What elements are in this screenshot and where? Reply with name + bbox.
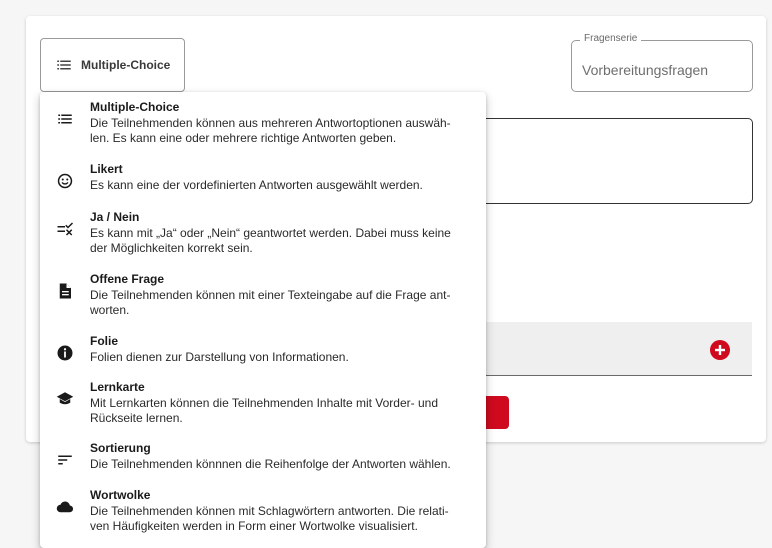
smiley-icon [57, 173, 73, 189]
sort-icon [58, 455, 72, 465]
question-series-value: Vorbereitungsfragen [582, 62, 709, 78]
menu-item-title: Ja / Nein [90, 210, 140, 224]
document-icon [59, 283, 71, 299]
menu-item-description: Es kann mit „Ja“ oder „Nein“ geantwortet… [90, 226, 451, 240]
menu-item-title: Sortierung [90, 441, 151, 455]
answer-add-row [470, 322, 752, 376]
menu-item-description: Die Teilnehmenden können mit einer Texte… [90, 288, 451, 302]
menu-item-description: der Möglichkeiten korrekt sein. [90, 241, 253, 255]
list-icon [57, 60, 71, 70]
menu-item-description: ven Häufigkeiten werden in Form einer Wo… [90, 519, 418, 533]
question-series-legend: Fragenserie [580, 33, 642, 44]
menu-item-offene-frage[interactable]: Offene Frage Die Teilnehmenden können mi… [40, 264, 486, 317]
menu-item-wortwolke[interactable]: Wortwolke Die Teilnehmenden können mit S… [40, 480, 486, 533]
graduation-cap-icon [56, 392, 74, 405]
menu-item-description: worten. [90, 303, 130, 317]
yes-no-icon [57, 222, 74, 236]
menu-item-title: Multiple-Choice [90, 100, 180, 114]
info-icon [57, 345, 73, 361]
menu-item-title: Lernkarte [90, 380, 145, 394]
list-icon [58, 114, 72, 124]
menu-item-lernkarte[interactable]: Lernkarte Mit Lernkarten können die Teil… [40, 372, 486, 425]
question-series-field[interactable]: Fragenserie Vorbereitungsfragen [571, 33, 753, 92]
menu-item-description: Folien dienen zur Darstellung von Inform… [90, 350, 349, 364]
menu-item-title: Offene Frage [90, 272, 165, 286]
question-type-label: Multiple-Choice [81, 58, 171, 72]
menu-item-description: Es kann eine der vordefinierten Antworte… [90, 178, 423, 192]
question-text-area[interactable] [470, 118, 753, 204]
menu-item-likert[interactable]: Likert Es kann eine der vordefinierten A… [40, 154, 486, 192]
menu-item-description: Die Teilnehmenden könnnen die Reihenfolg… [90, 457, 451, 471]
add-circle-icon[interactable] [710, 340, 730, 360]
menu-item-folie[interactable]: Folie Folien dienen zur Darstellung von … [40, 326, 486, 364]
question-type-button[interactable]: Multiple-Choice [40, 38, 185, 92]
menu-item-multiple-choice[interactable]: Multiple-Choice Die Teilnehmenden können… [40, 92, 486, 145]
question-type-menu: Multiple-Choice Die Teilnehmenden können… [40, 92, 486, 548]
menu-item-ja-nein[interactable]: Ja / Nein Es kann mit „Ja“ oder „Nein“ g… [40, 202, 486, 255]
cloud-icon [56, 501, 74, 513]
menu-item-title: Folie [90, 334, 119, 348]
menu-item-sortierung[interactable]: Sortierung Die Teilnehmenden könnnen die… [40, 433, 486, 471]
menu-item-description: len. Es kann eine oder mehrere richtige … [90, 131, 397, 145]
menu-item-description: Mit Lernkarten können die Teilnehmenden … [90, 396, 438, 410]
menu-item-description: Rückseite lernen. [90, 411, 183, 425]
menu-item-title: Wortwolke [90, 488, 151, 502]
menu-item-description: Die Teilnehmenden können mit Schlagwörte… [90, 504, 449, 518]
menu-item-title: Likert [90, 162, 123, 176]
menu-item-description: Die Teilnehmenden können aus mehreren An… [90, 116, 451, 130]
